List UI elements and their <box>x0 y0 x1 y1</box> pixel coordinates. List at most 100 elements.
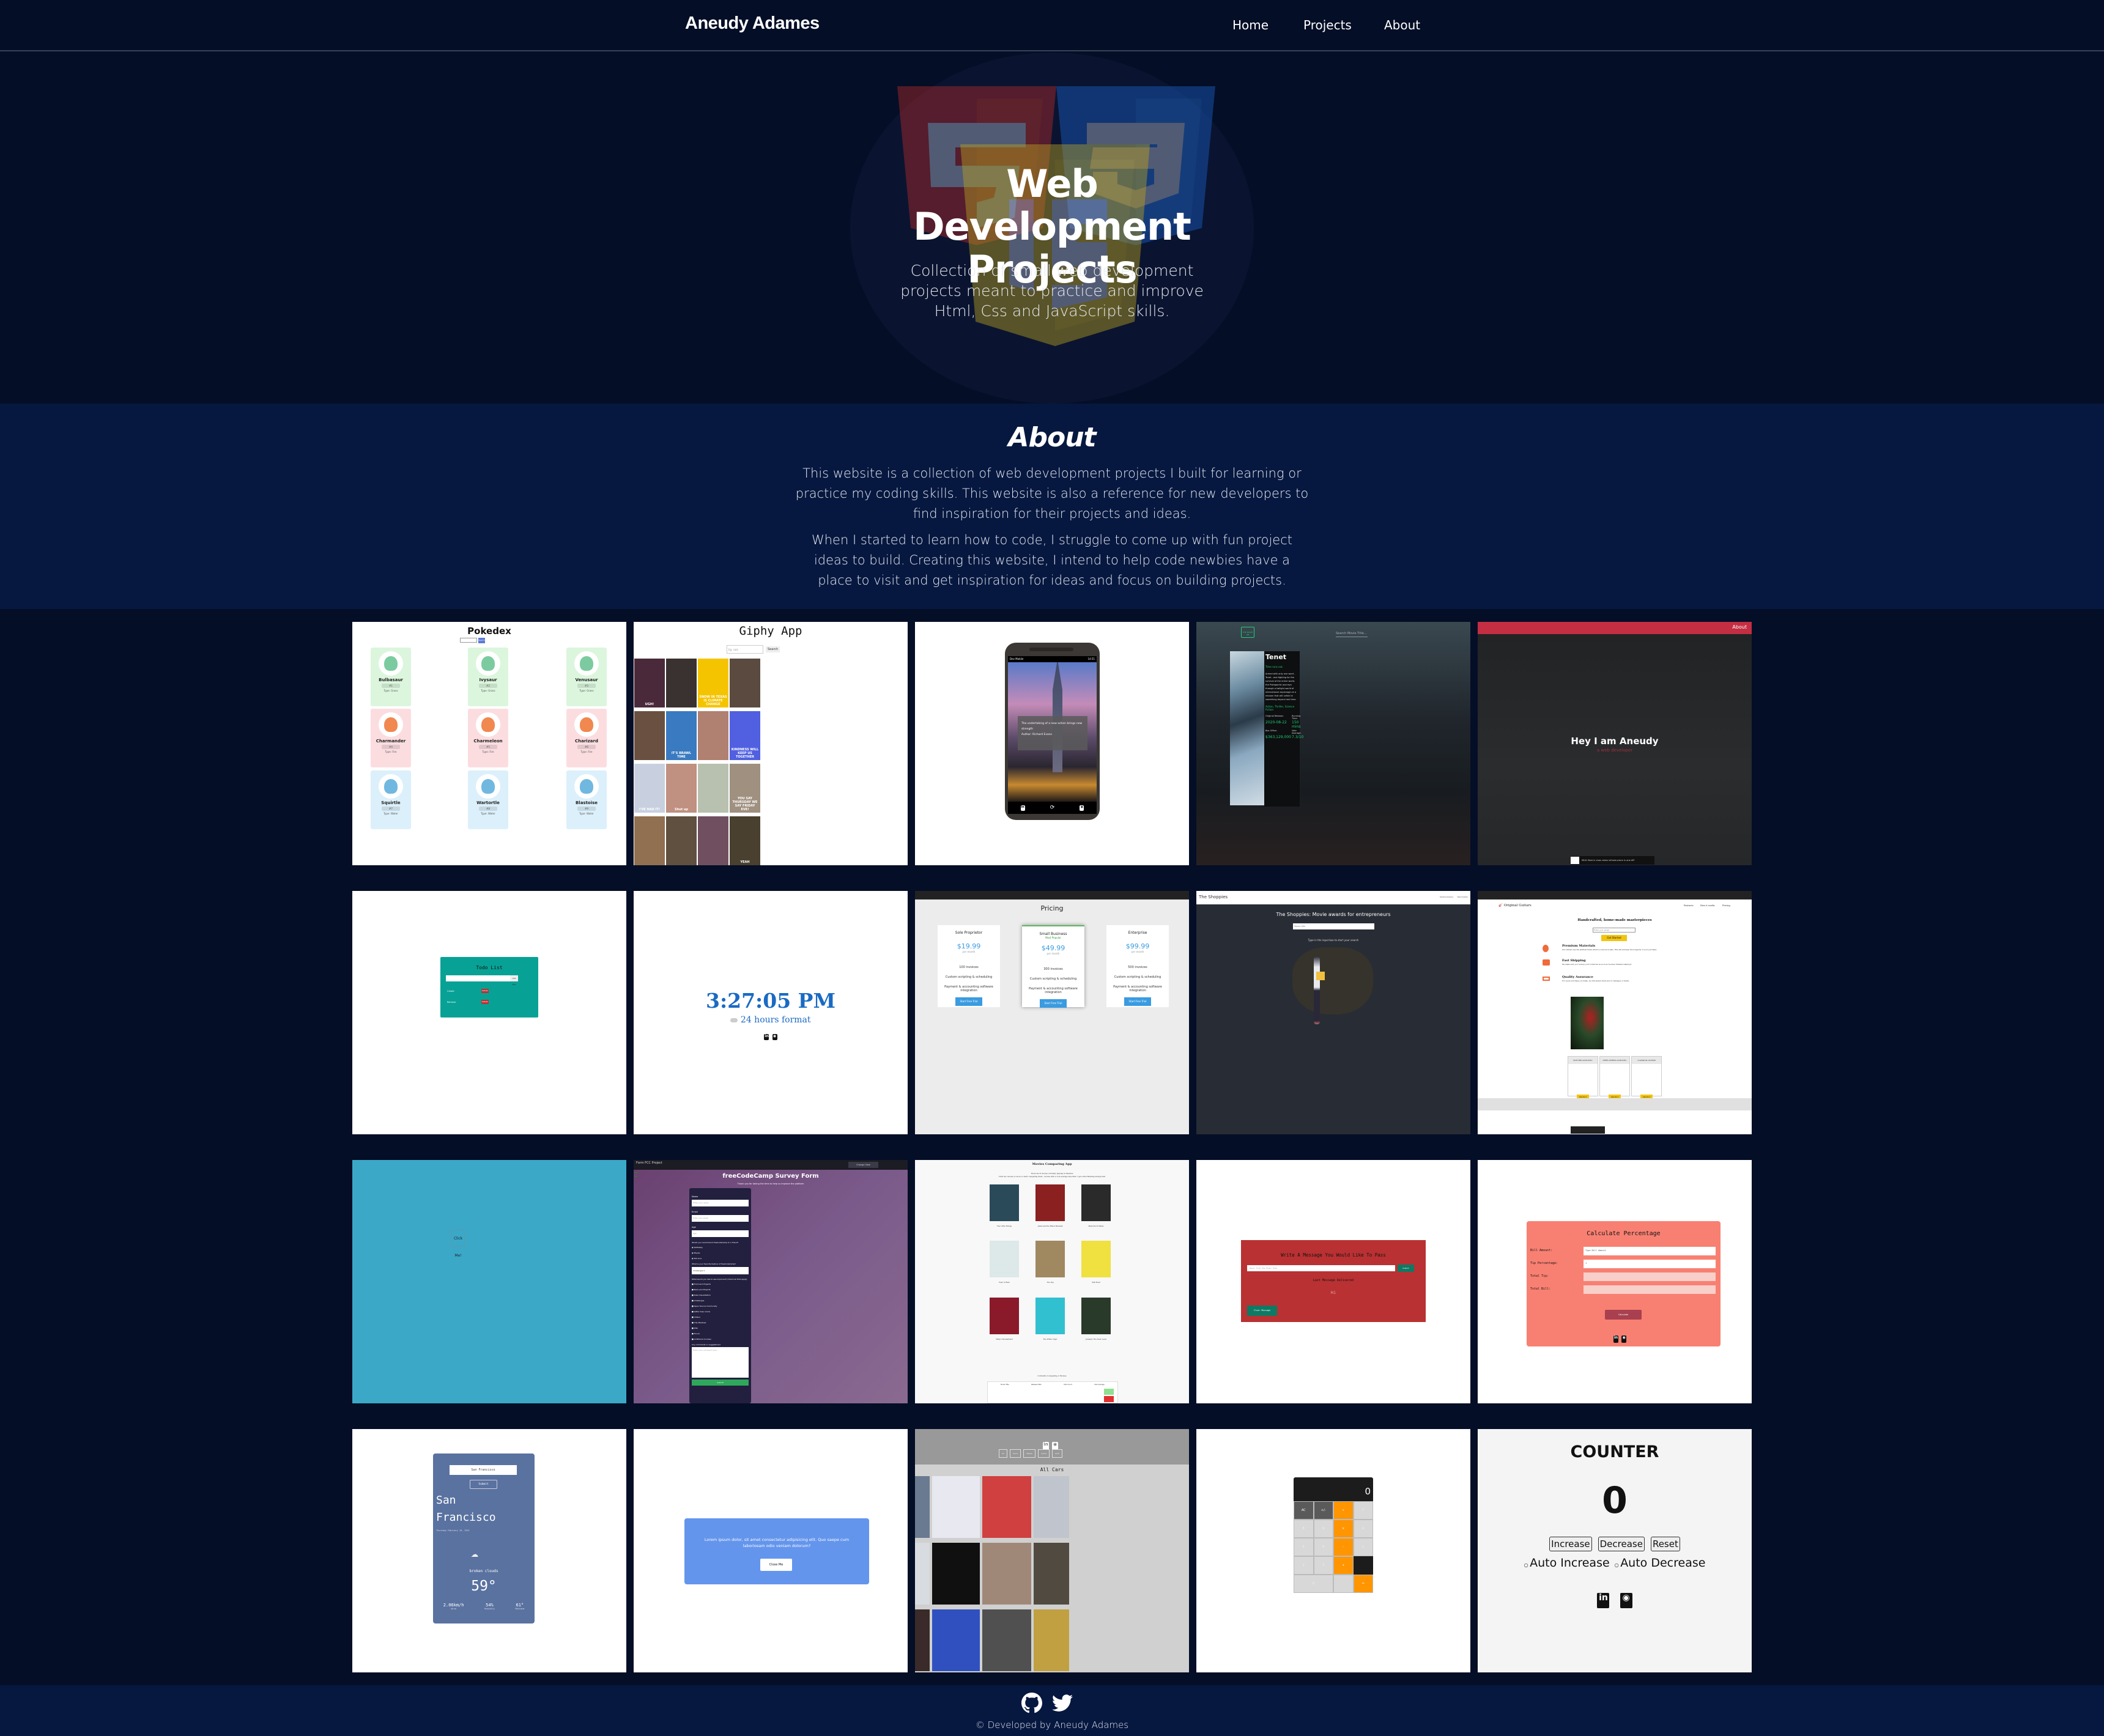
guitars-nav-how[interactable]: How it works <box>1700 904 1715 907</box>
counter-increase-button[interactable]: Increase <box>1549 1537 1592 1551</box>
pokedex-search-button[interactable]: Search <box>478 638 485 643</box>
survey-field-input[interactable]: Enter your email <box>692 1215 749 1222</box>
calculator-key[interactable]: 1 <box>1353 1538 1373 1556</box>
nav-projects[interactable]: Projects <box>1303 18 1352 32</box>
movie-search-input[interactable]: Search Movie Title... <box>1336 632 1368 637</box>
project-card-click-me[interactable]: Click Me! <box>352 1160 626 1403</box>
survey-checkbox-option[interactable]: ■ Forum <box>692 1332 700 1335</box>
github-icon[interactable]: ◉ <box>1621 1335 1627 1343</box>
project-card-original-guitars[interactable]: 🎸 Original Guitars Features How it works… <box>1478 891 1752 1134</box>
video-embed[interactable] <box>1571 997 1604 1049</box>
survey-checkbox-option[interactable]: ■ Gitter help rooms <box>692 1310 710 1313</box>
car-photo[interactable] <box>932 1609 980 1671</box>
weather-submit-button[interactable]: Submit <box>470 1480 497 1489</box>
movie-db-logo[interactable]: THE MOVIE DB <box>1241 627 1254 638</box>
linkedin-icon[interactable]: in <box>1597 1593 1610 1608</box>
project-card-pokedex[interactable]: Pokedex Search Bulbasaur #1 Type: Grass Ivy… <box>352 622 626 865</box>
gif-tile[interactable]: I'VE HAD IT! <box>634 764 665 813</box>
survey-checkbox-option[interactable]: ■ Additional Courses <box>692 1338 711 1340</box>
giphy-search-input[interactable]: Eg: cats <box>727 645 763 654</box>
shoppies-nav-nominees[interactable]: Nominees <box>1458 896 1469 898</box>
guitars-brand[interactable]: 🎸 Original Guitars <box>1498 904 1532 907</box>
car-filter-button[interactable]: Acura <box>1009 1449 1021 1458</box>
portfolio-nav-about[interactable]: About <box>1732 624 1747 630</box>
message-submit-button[interactable]: Submit <box>1398 1265 1414 1272</box>
calculator-key[interactable]: AC <box>1294 1501 1314 1520</box>
gif-tile[interactable] <box>698 711 728 760</box>
gif-tile[interactable]: KINDNESS WILL KEEP US TOGETHER <box>730 711 760 760</box>
nav-about[interactable]: About <box>1384 18 1420 32</box>
todo-input[interactable] <box>446 975 510 981</box>
car-photo[interactable] <box>982 1609 1031 1671</box>
project-card-survey-form[interactable]: Form FCC Project Change View freeCodeCam… <box>634 1160 908 1403</box>
pokemon-card[interactable]: Bulbasaur #1 Type: Grass <box>371 648 411 706</box>
movie-card[interactable]: The Little Things <box>990 1184 1019 1227</box>
pokemon-card[interactable]: Squirtle #7 Type: Water <box>371 770 411 829</box>
car-photo[interactable] <box>915 1543 930 1605</box>
car-photo[interactable] <box>982 1476 1031 1538</box>
toggle-switch[interactable] <box>730 1018 738 1022</box>
clock-format-toggle[interactable]: 24 hours format <box>634 1015 908 1025</box>
calculator-key[interactable]: 0 <box>1294 1575 1333 1593</box>
calculator-key[interactable]: 2 <box>1294 1556 1314 1575</box>
get-started-button[interactable]: Get Started <box>1601 935 1627 941</box>
twitter-icon[interactable] <box>1052 1693 1073 1713</box>
survey-checkbox-option[interactable]: ■ City Meetups <box>692 1321 706 1324</box>
github-icon[interactable]: ◉ <box>772 1034 777 1040</box>
pokemon-card[interactable]: Charmander #4 Type: Fire <box>371 709 411 767</box>
movie-card[interactable]: The White Tiger <box>1035 1298 1065 1340</box>
gif-tile[interactable] <box>634 711 665 760</box>
movie-card[interactable]: The Dig <box>1035 1241 1065 1284</box>
survey-radio-option[interactable]: ◉ Not sure <box>692 1257 702 1260</box>
project-card-counter[interactable]: COUNTER 0 Increase Decrease Reset ○ Auto I… <box>1478 1429 1752 1672</box>
survey-submit-button[interactable]: Submit <box>692 1380 749 1386</box>
gif-tile[interactable]: YEAH <box>730 816 760 865</box>
github-icon[interactable]: ◉ <box>1080 805 1084 811</box>
add-task-button[interactable]: Add Task <box>510 975 518 986</box>
pokemon-card[interactable]: Charizard #6 Type: Fire <box>566 709 607 767</box>
calculator-key[interactable]: = <box>1353 1575 1373 1593</box>
guitars-nav-pricing[interactable]: Pricing <box>1722 904 1730 907</box>
refresh-icon[interactable]: ⟳ <box>1050 805 1055 811</box>
survey-field-input[interactable]: Enter your name <box>692 1200 749 1206</box>
project-card-calculator[interactable]: 0 AC +/- ÷ 7 8 9 × 4 5 6-1 2 3 +0. = <box>1196 1429 1470 1672</box>
clear-message-button[interactable]: Clear Message <box>1247 1306 1277 1316</box>
car-photo[interactable] <box>1034 1609 1069 1671</box>
tip-row-input[interactable]: 1 <box>1584 1260 1716 1268</box>
guitars-nav-features[interactable]: Features <box>1684 904 1694 907</box>
survey-field-input[interactable]: Age <box>692 1230 749 1237</box>
change-view-button[interactable]: Change View <box>848 1162 878 1168</box>
survey-checkbox-option[interactable]: ■ Front-end Projects <box>692 1283 711 1285</box>
calculator-key[interactable]: 7 <box>1353 1501 1373 1520</box>
project-card-todo[interactable]: Todo List Add Task Create Delete Remove … <box>352 891 626 1134</box>
survey-checkbox-option[interactable]: ■ Back-end Projects <box>692 1288 711 1291</box>
project-card-quote-generator[interactable]: Dev Mobile 14:51 The undertaking of a ne… <box>915 622 1189 865</box>
car-filter-button[interactable]: Nissan <box>1023 1449 1036 1458</box>
gif-tile[interactable]: IT'S BRAWL TIME <box>666 711 697 760</box>
gif-tile[interactable]: UGH! <box>634 659 665 707</box>
message-input[interactable]: Hello From The Other Side <box>1247 1265 1395 1271</box>
start-trial-button[interactable]: Start Free Trial <box>1124 997 1151 1006</box>
survey-comments-textarea[interactable]: Enter your comment here... <box>692 1347 749 1378</box>
car-photo[interactable] <box>932 1476 980 1538</box>
tip-row-input[interactable]: Type Bill Amount <box>1584 1247 1716 1255</box>
movie-card[interactable]: Silk Road <box>1081 1241 1111 1284</box>
project-card-pricing[interactable]: Pricing Sole Proprietor $19.99 per month 10… <box>915 891 1189 1134</box>
close-me-button[interactable]: Close Me <box>760 1559 792 1571</box>
calculator-key[interactable]: × <box>1333 1520 1354 1538</box>
pokemon-card[interactable]: Ivysaur #2 Type: Grass <box>468 648 508 706</box>
gif-tile[interactable] <box>666 659 697 707</box>
gif-tile[interactable]: Shut up <box>666 764 697 813</box>
project-card-modal[interactable]: Lorem ipsum dolor, sit amet consectetur … <box>634 1429 908 1672</box>
car-photo[interactable] <box>1034 1476 1069 1538</box>
guitars-email-input[interactable]: Enter your email <box>1593 928 1635 933</box>
nav-home[interactable]: Home <box>1232 18 1269 32</box>
calculator-key[interactable]: 9 <box>1313 1520 1333 1538</box>
project-card-tip-calculator[interactable]: Calculate Percentage Bill Amount: Type Bi… <box>1478 1160 1752 1403</box>
start-trial-button[interactable]: Start Free Trial <box>1040 999 1067 1008</box>
calculator-key[interactable]: 3 <box>1313 1556 1333 1575</box>
linkedin-icon[interactable]: in <box>764 1034 769 1040</box>
weather-city-input[interactable]: San Francisco <box>450 1465 517 1475</box>
github-icon[interactable]: ◉ <box>1620 1593 1632 1608</box>
movie-card[interactable]: Fear of Rain <box>990 1241 1019 1284</box>
